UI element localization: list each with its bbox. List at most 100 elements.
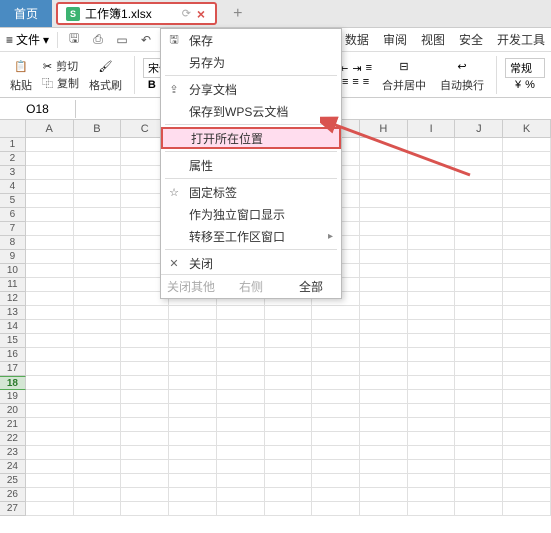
cell[interactable] bbox=[121, 362, 169, 376]
cell[interactable] bbox=[26, 334, 74, 348]
cell[interactable] bbox=[74, 390, 122, 404]
cell[interactable] bbox=[169, 362, 217, 376]
add-tab-button[interactable]: + bbox=[221, 0, 254, 27]
cell[interactable] bbox=[74, 418, 122, 432]
cm-close[interactable]: ✕ 关闭 bbox=[161, 252, 341, 274]
cell[interactable] bbox=[121, 376, 169, 390]
print-icon[interactable]: ⎙ bbox=[90, 32, 106, 48]
cell[interactable] bbox=[360, 418, 408, 432]
cell[interactable] bbox=[26, 194, 74, 208]
cell[interactable] bbox=[455, 208, 503, 222]
row-header[interactable]: 20 bbox=[0, 404, 26, 418]
cell[interactable] bbox=[312, 502, 360, 516]
cell[interactable] bbox=[74, 138, 122, 152]
cell[interactable] bbox=[74, 236, 122, 250]
cell[interactable] bbox=[26, 446, 74, 460]
cell[interactable] bbox=[503, 236, 551, 250]
col-header[interactable]: J bbox=[455, 120, 503, 138]
cell[interactable] bbox=[360, 460, 408, 474]
home-tab[interactable]: 首页 bbox=[0, 0, 52, 27]
cell[interactable] bbox=[312, 418, 360, 432]
cell[interactable] bbox=[360, 138, 408, 152]
cell[interactable] bbox=[312, 362, 360, 376]
cm-save[interactable]: 🖫 保存 bbox=[161, 29, 341, 51]
cell[interactable] bbox=[217, 432, 265, 446]
cell[interactable] bbox=[121, 390, 169, 404]
cell[interactable] bbox=[74, 502, 122, 516]
cell[interactable] bbox=[360, 432, 408, 446]
cell[interactable] bbox=[312, 488, 360, 502]
cell[interactable] bbox=[121, 418, 169, 432]
cell[interactable] bbox=[74, 488, 122, 502]
cell[interactable] bbox=[169, 320, 217, 334]
cell[interactable] bbox=[455, 222, 503, 236]
cell[interactable] bbox=[169, 488, 217, 502]
cell[interactable] bbox=[26, 306, 74, 320]
cell[interactable] bbox=[408, 334, 456, 348]
cell[interactable] bbox=[360, 208, 408, 222]
cell[interactable] bbox=[360, 222, 408, 236]
col-header[interactable]: B bbox=[74, 120, 122, 138]
cell[interactable] bbox=[455, 446, 503, 460]
cell[interactable] bbox=[121, 320, 169, 334]
cell[interactable] bbox=[312, 404, 360, 418]
cell[interactable] bbox=[217, 460, 265, 474]
cell[interactable] bbox=[455, 250, 503, 264]
row-header[interactable]: 7 bbox=[0, 222, 26, 236]
cell[interactable] bbox=[408, 306, 456, 320]
cell[interactable] bbox=[408, 446, 456, 460]
cell[interactable] bbox=[26, 460, 74, 474]
bold-button[interactable]: B bbox=[148, 79, 156, 91]
cell[interactable] bbox=[312, 460, 360, 474]
cell[interactable] bbox=[265, 348, 313, 362]
align-center-icon[interactable]: ≡ bbox=[352, 76, 358, 88]
cell[interactable] bbox=[74, 446, 122, 460]
align-icon[interactable]: ≡ bbox=[366, 62, 372, 74]
cell[interactable] bbox=[408, 376, 456, 390]
cell[interactable] bbox=[455, 348, 503, 362]
cell[interactable] bbox=[360, 502, 408, 516]
cell[interactable] bbox=[74, 334, 122, 348]
cell[interactable] bbox=[26, 488, 74, 502]
menu-security[interactable]: 安全 bbox=[459, 31, 483, 48]
format-brush-button[interactable]: 🖌 格式刷 bbox=[85, 55, 126, 95]
col-header[interactable]: A bbox=[26, 120, 74, 138]
cell[interactable] bbox=[217, 474, 265, 488]
cell[interactable] bbox=[74, 194, 122, 208]
currency-icon[interactable]: ¥ bbox=[515, 79, 521, 91]
cell[interactable] bbox=[217, 376, 265, 390]
cell[interactable] bbox=[74, 362, 122, 376]
cm-properties[interactable]: 属性 bbox=[161, 154, 341, 176]
cell[interactable] bbox=[312, 306, 360, 320]
align-left-icon[interactable]: ≡ bbox=[342, 76, 348, 88]
cell[interactable] bbox=[26, 376, 74, 390]
cell[interactable] bbox=[121, 446, 169, 460]
row-header[interactable]: 6 bbox=[0, 208, 26, 222]
cell[interactable] bbox=[265, 418, 313, 432]
cell[interactable] bbox=[265, 362, 313, 376]
cm-move-workspace[interactable]: 转移至工作区窗口 ▸ bbox=[161, 225, 341, 247]
cell[interactable] bbox=[360, 334, 408, 348]
cell[interactable] bbox=[503, 376, 551, 390]
cell[interactable] bbox=[455, 264, 503, 278]
cell[interactable] bbox=[74, 278, 122, 292]
cell[interactable] bbox=[503, 264, 551, 278]
row-header[interactable]: 17 bbox=[0, 362, 26, 376]
cell[interactable] bbox=[360, 390, 408, 404]
auto-wrap-button[interactable]: ↩ 自动换行 bbox=[436, 55, 488, 95]
cell[interactable] bbox=[312, 432, 360, 446]
cell[interactable] bbox=[26, 208, 74, 222]
cell[interactable] bbox=[360, 236, 408, 250]
cell[interactable] bbox=[360, 348, 408, 362]
cell[interactable] bbox=[26, 432, 74, 446]
row-header[interactable]: 24 bbox=[0, 460, 26, 474]
cell[interactable] bbox=[455, 362, 503, 376]
row-header[interactable]: 8 bbox=[0, 236, 26, 250]
cell[interactable] bbox=[408, 180, 456, 194]
row-header[interactable]: 11 bbox=[0, 278, 26, 292]
cell[interactable] bbox=[360, 152, 408, 166]
cell[interactable] bbox=[408, 362, 456, 376]
cell[interactable] bbox=[169, 334, 217, 348]
cell[interactable] bbox=[503, 474, 551, 488]
cell[interactable] bbox=[312, 474, 360, 488]
